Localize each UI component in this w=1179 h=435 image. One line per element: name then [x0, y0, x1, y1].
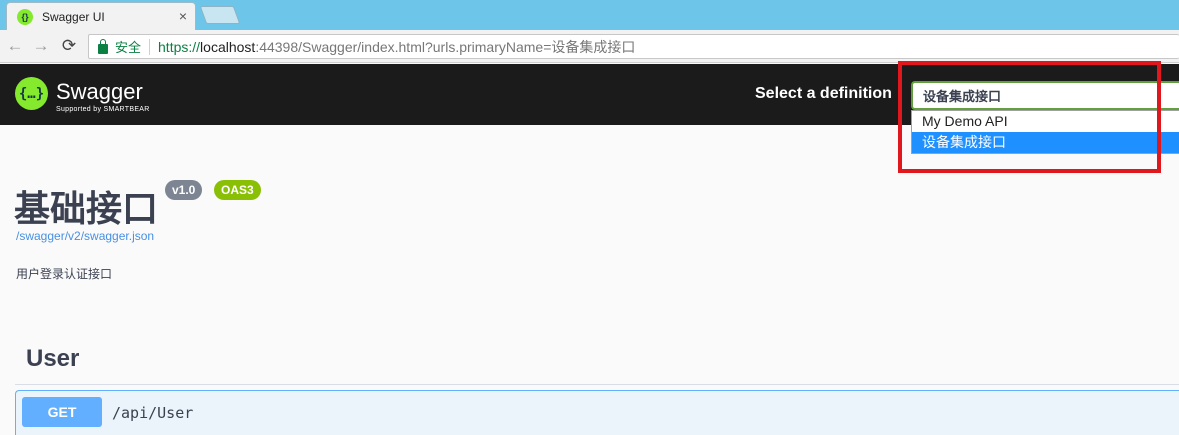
tab-title: Swagger UI: [42, 9, 105, 24]
definition-label: Select a definition: [755, 85, 892, 102]
url-path: :44398/Swagger/index.html?urls.primaryNa…: [255, 38, 636, 55]
version-badge: v1.0: [165, 180, 203, 200]
definition-select[interactable]: 设备集成接口: [911, 81, 1179, 110]
selected-definition: 设备集成接口: [923, 89, 1002, 104]
url-scheme: https://: [158, 38, 201, 55]
tag-title-user[interactable]: User: [26, 345, 79, 373]
address-bar[interactable]: 安全 https://localhost:44398/Swagger/index…: [88, 34, 1179, 59]
back-icon[interactable]: ←: [4, 35, 26, 57]
tab-close-icon[interactable]: ×: [179, 8, 187, 24]
definition-option[interactable]: My Demo API: [912, 111, 1179, 132]
method-badge: GET: [22, 397, 102, 427]
oas-badge: OAS3: [214, 180, 261, 200]
browser-toolbar: ← → ⟳ 安全 https://localhost:44398/Swagger…: [0, 30, 1179, 63]
swagger-logo-icon[interactable]: {…}: [15, 77, 48, 110]
logo-subtext: Supported by SMARTBEAR: [56, 106, 150, 113]
api-title: 基础接口: [14, 188, 159, 229]
swagger-favicon-icon: {}: [17, 8, 33, 25]
operation-path: /api/User: [112, 404, 194, 422]
address-separator: [149, 38, 151, 55]
new-tab-button[interactable]: [199, 6, 241, 24]
logo-glyph: {…}: [18, 85, 45, 102]
spec-url-link[interactable]: /swagger/v2/swagger.json: [16, 229, 154, 243]
lock-icon: [98, 38, 108, 54]
operation-get-api-user[interactable]: GET /api/User: [15, 390, 1179, 435]
url-host: localhost: [200, 38, 256, 55]
definition-dropdown: My Demo API 设备集成接口: [911, 110, 1179, 154]
forward-icon[interactable]: →: [30, 35, 52, 57]
logo-text: Swagger: [56, 79, 143, 104]
definition-option-selected[interactable]: 设备集成接口: [912, 132, 1179, 153]
tag-divider: [15, 384, 1179, 385]
browser-tabstrip: {} Swagger UI ×: [0, 0, 1179, 30]
api-description: 用户登录认证接口: [16, 267, 113, 281]
reload-icon[interactable]: ⟳: [58, 35, 80, 57]
browser-tab[interactable]: {} Swagger UI ×: [6, 2, 196, 30]
secure-label: 安全: [115, 40, 142, 55]
